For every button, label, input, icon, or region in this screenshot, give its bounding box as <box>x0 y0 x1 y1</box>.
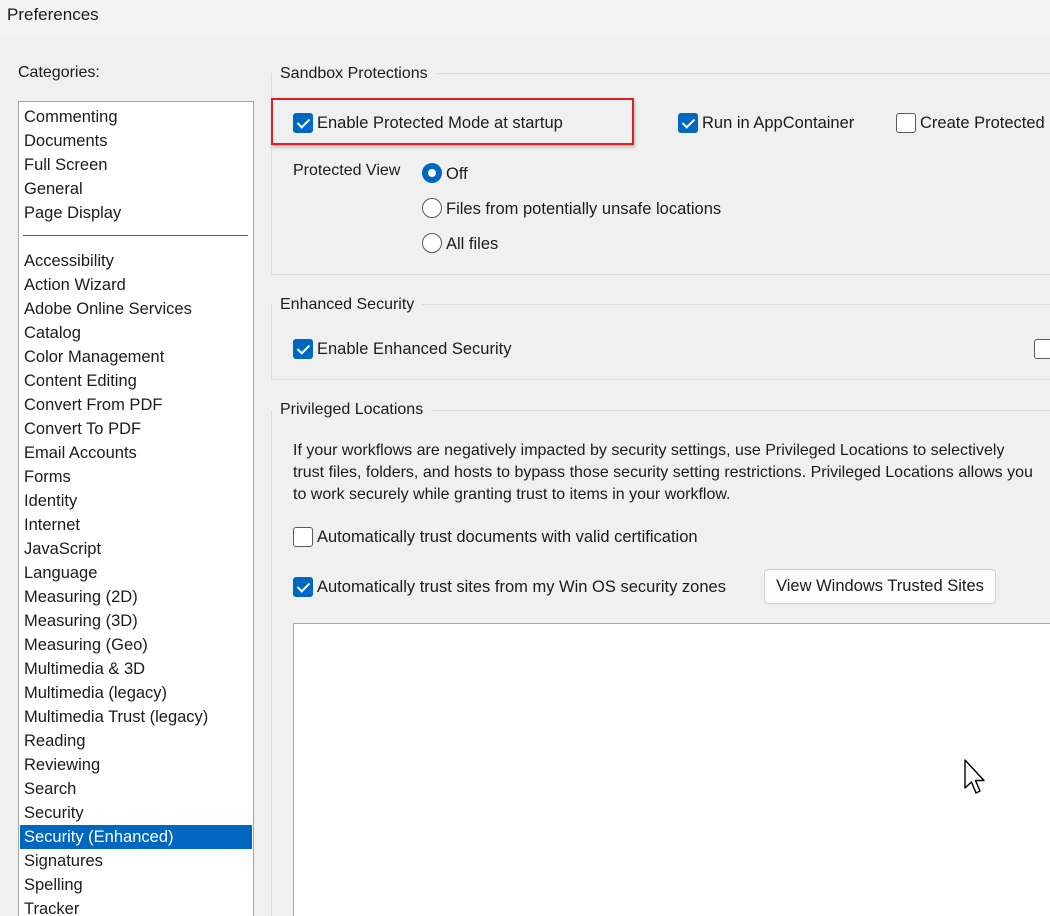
privileged-locations-title: Privileged Locations <box>272 400 432 420</box>
trust-certified-label[interactable]: Automatically trust documents with valid… <box>317 527 698 547</box>
protected-mode-label[interactable]: Enable Protected Mode at startup <box>317 113 563 133</box>
category-item[interactable]: Documents <box>20 129 252 153</box>
protected-view-all-label[interactable]: All files <box>446 234 498 254</box>
category-item[interactable]: Commenting <box>20 105 252 129</box>
protected-view-all-radio[interactable] <box>422 233 442 253</box>
mouse-pointer-icon <box>964 759 985 794</box>
window-title: Preferences <box>7 5 99 24</box>
trust-sites-label[interactable]: Automatically trust sites from my Win OS… <box>317 577 726 597</box>
category-item[interactable]: Multimedia Trust (legacy) <box>20 705 252 729</box>
category-item[interactable]: General <box>20 177 252 201</box>
category-item[interactable]: Catalog <box>20 321 252 345</box>
category-item[interactable]: Multimedia & 3D <box>20 657 252 681</box>
category-item[interactable]: JavaScript <box>20 537 252 561</box>
enhanced-security-title: Enhanced Security <box>272 295 423 315</box>
category-item[interactable]: Measuring (2D) <box>20 585 252 609</box>
privileged-locations-list[interactable] <box>293 623 1050 916</box>
categories-list[interactable]: Commenting Documents Full Screen General… <box>18 101 254 916</box>
app-container-label[interactable]: Run in AppContainer <box>702 113 854 133</box>
category-item[interactable]: Measuring (3D) <box>20 609 252 633</box>
create-protected-checkbox[interactable] <box>896 113 916 133</box>
category-item[interactable]: Multimedia (legacy) <box>20 681 252 705</box>
category-item[interactable]: Color Management <box>20 345 252 369</box>
protected-view-unsafe-radio[interactable] <box>422 198 442 218</box>
category-item[interactable]: Search <box>20 777 252 801</box>
category-item[interactable]: Identity <box>20 489 252 513</box>
enhanced-extra-checkbox[interactable] <box>1034 339 1050 359</box>
trust-sites-checkbox[interactable] <box>293 577 313 597</box>
category-item[interactable]: Security <box>20 801 252 825</box>
category-item[interactable]: Signatures <box>20 849 252 873</box>
category-item[interactable]: Email Accounts <box>20 441 252 465</box>
category-item[interactable]: Content Editing <box>20 369 252 393</box>
protected-view-off-radio[interactable] <box>422 163 442 183</box>
create-protected-label[interactable]: Create Protected M <box>920 113 1050 133</box>
category-item[interactable]: Measuring (Geo) <box>20 633 252 657</box>
category-item[interactable]: Language <box>20 561 252 585</box>
category-item[interactable]: Action Wizard <box>20 273 252 297</box>
protected-mode-checkbox[interactable] <box>293 113 313 133</box>
sandbox-protections-title: Sandbox Protections <box>272 64 436 84</box>
protected-view-unsafe-label[interactable]: Files from potentially unsafe locations <box>446 199 721 219</box>
category-item[interactable]: Tracker <box>20 897 252 916</box>
category-item[interactable]: Reading <box>20 729 252 753</box>
category-item[interactable]: Forms <box>20 465 252 489</box>
category-item[interactable]: Convert To PDF <box>20 417 252 441</box>
category-item[interactable]: Convert From PDF <box>20 393 252 417</box>
category-item-selected[interactable]: Security (Enhanced) <box>20 825 252 849</box>
title-bar: Preferences <box>0 0 1050 36</box>
category-item[interactable]: Internet <box>20 513 252 537</box>
trust-certified-checkbox[interactable] <box>293 527 313 547</box>
category-separator <box>23 235 248 236</box>
category-item[interactable]: Reviewing <box>20 753 252 777</box>
protected-view-label: Protected View <box>293 162 401 179</box>
view-trusted-sites-button[interactable]: View Windows Trusted Sites <box>764 569 996 604</box>
protected-view-off-label[interactable]: Off <box>446 164 468 184</box>
category-item[interactable]: Accessibility <box>20 249 252 273</box>
privileged-description: If your workflows are negatively impacte… <box>293 442 1033 503</box>
category-item[interactable]: Spelling <box>20 873 252 897</box>
category-item[interactable]: Full Screen <box>20 153 252 177</box>
app-container-checkbox[interactable] <box>678 113 698 133</box>
enhanced-security-label[interactable]: Enable Enhanced Security <box>317 339 511 359</box>
categories-label: Categories: <box>18 64 100 81</box>
category-item[interactable]: Page Display <box>20 201 252 225</box>
category-item[interactable]: Adobe Online Services <box>20 297 252 321</box>
enhanced-security-checkbox[interactable] <box>293 339 313 359</box>
